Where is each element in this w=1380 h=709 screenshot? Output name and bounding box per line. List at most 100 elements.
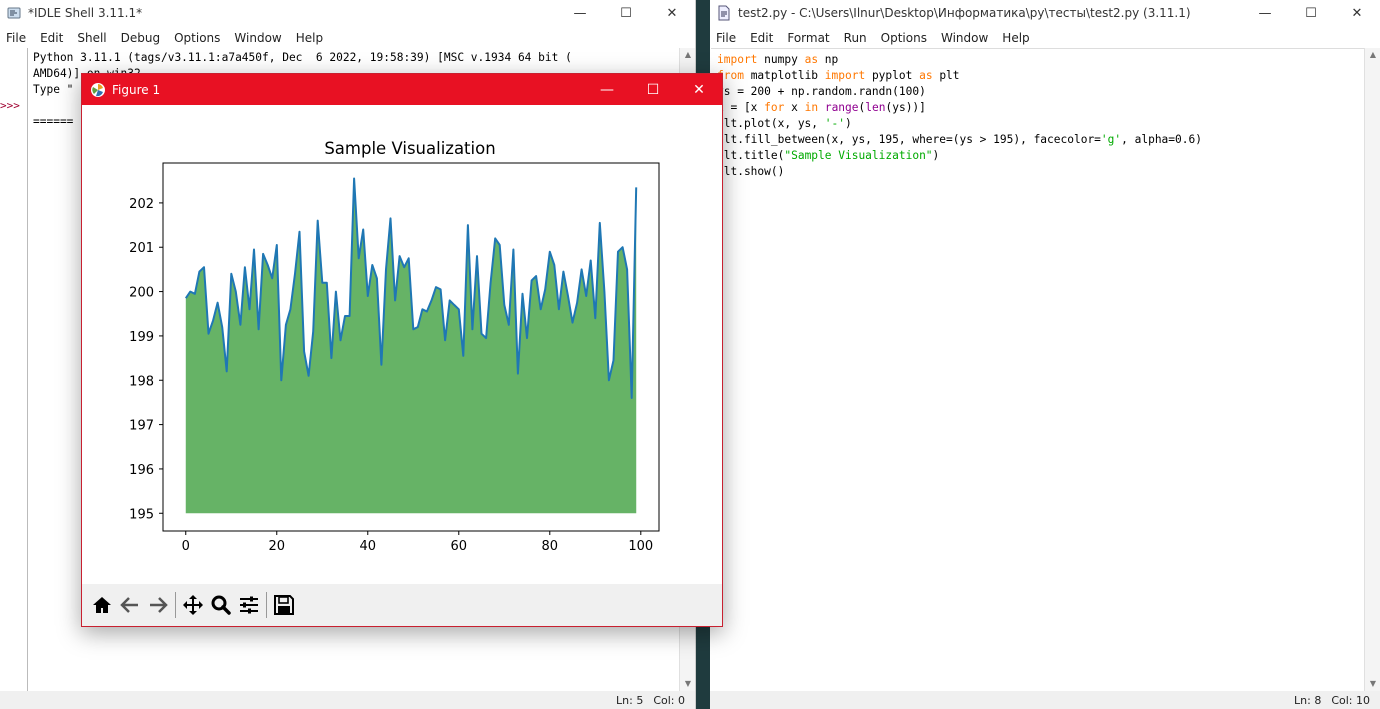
figure-minimize-button[interactable]: — — [584, 74, 630, 105]
save-button[interactable] — [270, 591, 298, 619]
shell-menu-shell[interactable]: Shell — [71, 31, 114, 45]
figure-maximize-button[interactable]: ☐ — [630, 74, 676, 105]
editor-maximize-button[interactable]: ☐ — [1288, 0, 1334, 26]
shell-menu-edit[interactable]: Edit — [34, 31, 71, 45]
pan-button[interactable] — [179, 591, 207, 619]
editor-status-ln: Ln: 8 — [1294, 693, 1322, 707]
zoom-icon — [211, 595, 231, 615]
shell-title: *IDLE Shell 3.11.1* — [28, 6, 143, 20]
back-button[interactable] — [116, 591, 144, 619]
code-token: "Sample Visualization" — [784, 149, 933, 162]
shell-minimize-button[interactable]: — — [557, 0, 603, 26]
figure-titlebar[interactable]: Figure 1 — ☐ ✕ — [82, 74, 722, 105]
forward-button[interactable] — [144, 591, 172, 619]
code-token: in — [804, 101, 819, 114]
home-button[interactable] — [88, 591, 116, 619]
y-tick-label: 198 — [129, 374, 154, 389]
chart-title: Sample Visualization — [324, 139, 495, 158]
code-token: , alpha=0.6) — [1121, 133, 1202, 146]
idle-file-icon — [716, 5, 732, 21]
code-token: plt.plot(x, ys, — [717, 117, 825, 130]
shell-menu-help[interactable]: Help — [290, 31, 331, 45]
code-token: np — [818, 53, 839, 66]
x-tick-label: 40 — [359, 539, 376, 554]
editor-scroll-down-icon[interactable]: ▼ — [1365, 677, 1380, 691]
shell-maximize-button[interactable]: ☐ — [603, 0, 649, 26]
editor-statusbar: Ln: 8 Col: 10 — [710, 691, 1380, 709]
code-line: x = [x for x in range(len(ys))] — [717, 100, 926, 116]
editor-menu-format[interactable]: Format — [781, 31, 837, 45]
editor-menu-help[interactable]: Help — [996, 31, 1037, 45]
code-token: len — [865, 101, 886, 114]
code-token: for — [764, 101, 785, 114]
shell-statusbar: Ln: 5 Col: 0 — [0, 691, 695, 709]
pan-icon — [183, 595, 203, 615]
y-tick-label: 195 — [129, 507, 154, 522]
code-line: from matplotlib import pyplot as plt — [717, 68, 960, 84]
shell-status-col: Col: 0 — [653, 693, 685, 707]
shell-menu-file[interactable]: File — [0, 31, 34, 45]
save-icon — [274, 595, 294, 615]
chart-canvas[interactable]: Sample Visualization 0 20 40 60 80 100 195 196… — [82, 105, 722, 583]
editor-menu-run[interactable]: Run — [838, 31, 875, 45]
zoom-button[interactable] — [207, 591, 235, 619]
editor-menu-file[interactable]: File — [710, 31, 744, 45]
code-token: import — [824, 69, 866, 82]
shell-gutter: >>> — [0, 48, 28, 691]
code-token: plt.fill_between(x, ys, 195, where=(ys >… — [717, 133, 1101, 146]
editor-minimize-button[interactable]: — — [1242, 0, 1288, 26]
editor-title: test2.py - C:\Users\Ilnur\Desktop\Информ… — [738, 6, 1191, 20]
code-line: plt.plot(x, ys, '-') — [717, 116, 852, 132]
fill-area — [185, 178, 637, 514]
code-token: plt.show() — [717, 165, 785, 178]
figure-toolbar — [82, 584, 722, 626]
idle-icon — [6, 5, 22, 21]
editor-scroll-up-icon[interactable]: ▲ — [1365, 48, 1380, 62]
shell-titlebar[interactable]: *IDLE Shell 3.11.1* — ☐ ✕ — [0, 0, 695, 26]
shell-menu-options[interactable]: Options — [168, 31, 228, 45]
code-line: plt.show() — [717, 164, 784, 180]
x-tick-label: 60 — [451, 539, 468, 554]
editor-menu-edit[interactable]: Edit — [744, 31, 781, 45]
editor-scrollbar[interactable]: ▲ ▼ — [1364, 48, 1380, 691]
code-token: x — [784, 101, 805, 114]
editor-window: test2.py - C:\Users\Ilnur\Desktop\Информ… — [710, 0, 1380, 709]
shell-scroll-up-icon[interactable]: ▲ — [680, 48, 695, 62]
editor-menu-window[interactable]: Window — [935, 31, 996, 45]
x-tick-label: 100 — [628, 539, 653, 554]
editor-titlebar[interactable]: test2.py - C:\Users\Ilnur\Desktop\Информ… — [710, 0, 1380, 26]
home-icon — [93, 597, 111, 613]
code-line: plt.fill_between(x, ys, 195, where=(ys >… — [717, 132, 1202, 148]
forward-icon — [150, 597, 168, 613]
editor-text-area[interactable]: import numpy as np from matplotlib import… — [711, 48, 1364, 691]
code-token: plt.title( — [717, 149, 785, 162]
shell-menu-debug[interactable]: Debug — [115, 31, 168, 45]
code-token: ) — [845, 117, 852, 130]
shell-menu-window[interactable]: Window — [228, 31, 289, 45]
code-token: (ys))] — [885, 101, 926, 114]
shell-line-3: Type " — [33, 83, 74, 96]
y-tick-label: 201 — [129, 241, 154, 256]
toolbar-separator — [175, 592, 176, 618]
code-token: import — [717, 53, 758, 66]
editor-menu-options[interactable]: Options — [875, 31, 935, 45]
editor-close-button[interactable]: ✕ — [1334, 0, 1380, 26]
code-token: as — [919, 69, 933, 82]
shell-close-button[interactable]: ✕ — [649, 0, 695, 26]
x-tick-label: 80 — [542, 539, 559, 554]
shell-line-5: ====== — [33, 115, 74, 128]
shell-scroll-down-icon[interactable]: ▼ — [680, 677, 695, 691]
code-token: ) — [932, 149, 940, 162]
x-tick-label: 0 — [182, 539, 190, 554]
code-token: range — [824, 101, 859, 114]
figure-close-button[interactable]: ✕ — [676, 74, 722, 105]
code-token: as — [804, 53, 819, 66]
code-token: x = [x — [717, 101, 765, 114]
code-token: 'g' — [1100, 133, 1122, 146]
code-line: plt.title("Sample Visualization") — [717, 148, 939, 164]
y-tick-label: 202 — [129, 197, 154, 212]
y-tick-label: 196 — [129, 463, 154, 478]
code-token: pyplot — [865, 69, 920, 82]
configure-button[interactable] — [235, 591, 263, 619]
back-icon — [120, 597, 138, 613]
